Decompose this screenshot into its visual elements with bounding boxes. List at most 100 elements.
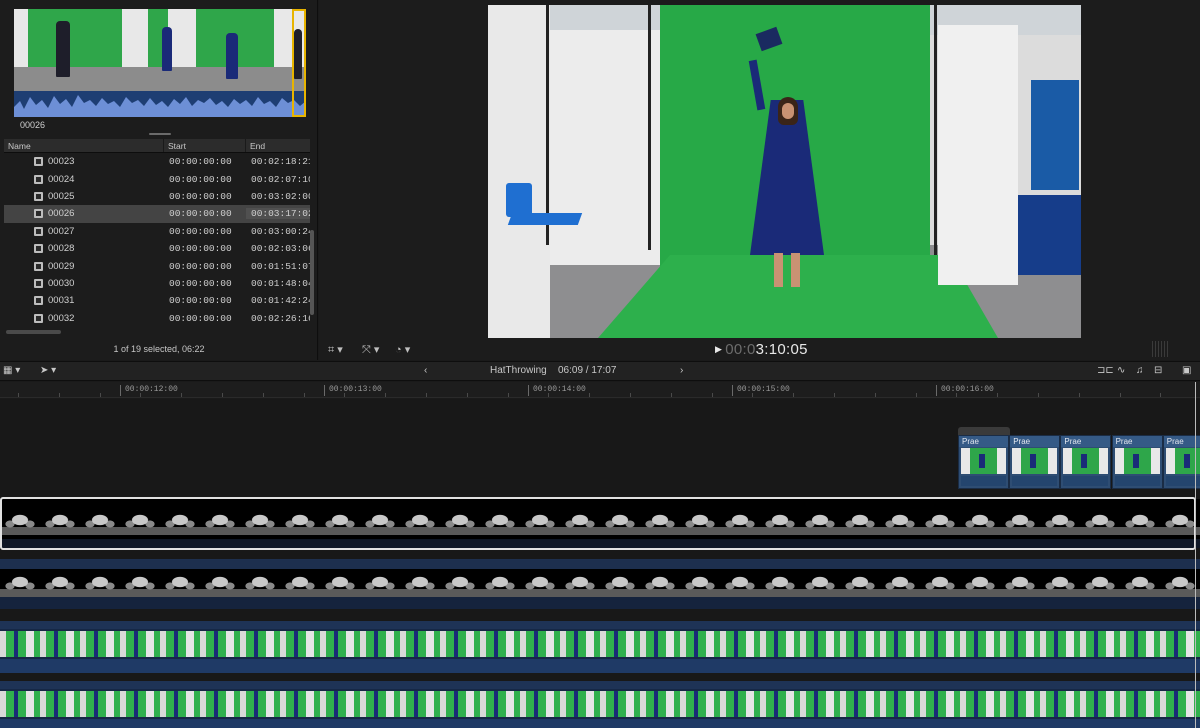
clip-audio — [1012, 476, 1058, 486]
ruler-minor-tick — [1119, 393, 1121, 397]
connected-clip[interactable]: Prae — [1060, 435, 1112, 489]
ruler-minor-tick — [711, 393, 713, 397]
timeline-area[interactable]: Prae Prae Prae Prae Prae — [0, 399, 1200, 728]
filmstrip-frame — [130, 9, 188, 91]
video-frame[interactable] — [488, 5, 1081, 338]
row-start: 00:00:00:00 — [169, 190, 232, 202]
clip-name-text: 00027 — [48, 225, 75, 237]
clip-connection-icon[interactable]: ⊟ — [1154, 365, 1162, 376]
solo-icon[interactable]: ♫ — [1136, 365, 1144, 376]
column-header-start[interactable]: Start — [164, 139, 246, 152]
filmstrip-frame — [188, 9, 246, 91]
ruler-minor-tick — [630, 393, 631, 397]
ruler-minor-tick — [58, 393, 60, 397]
forward-arrow-icon[interactable]: › — [680, 365, 683, 376]
snapping-icon[interactable]: ⊐⊏ — [1097, 365, 1114, 376]
list-row[interactable]: 00030 00:00:00:00 00:01:48:04 — [4, 275, 310, 292]
skimmer-playhead[interactable] — [292, 9, 306, 117]
clip-name-text: 00028 — [48, 243, 75, 255]
ruler-minor-tick — [181, 393, 183, 397]
ruler-minor-tick — [18, 393, 19, 397]
ruler-minor-tick — [670, 393, 672, 397]
row-end: 00:02:07:10 — [251, 173, 310, 185]
project-name: HatThrowing — [490, 365, 547, 376]
clip-name-text: 00031 — [48, 295, 75, 307]
speed-icon[interactable]: ◔ ▾ — [395, 343, 410, 356]
ruler-minor-tick — [1078, 393, 1080, 397]
ruler-minor-tick — [915, 393, 917, 397]
film-clip-icon — [34, 191, 43, 201]
row-name: 00029 — [4, 261, 164, 272]
ruler-minor-tick — [997, 393, 999, 397]
ruler-tick: 00:00:16:00 — [936, 385, 994, 396]
clip-name-text: 00026 — [48, 208, 75, 220]
ruler-minor-tick — [466, 393, 468, 397]
list-row[interactable]: 00029 00:00:00:00 00:01:51:07 — [4, 257, 310, 274]
list-vertical-scrollbar[interactable] — [310, 230, 314, 315]
list-row[interactable]: 00027 00:00:00:00 00:03:00:24 — [4, 223, 310, 240]
list-row[interactable]: 00023 00:00:00:00 00:02:18:21 — [4, 153, 310, 170]
timeline-clip-track[interactable] — [0, 499, 1200, 548]
timeline-clip-track[interactable] — [0, 681, 1200, 728]
audio-waveform — [14, 91, 306, 117]
timeline-playhead[interactable] — [1195, 382, 1196, 728]
film-clip-icon — [34, 278, 43, 288]
transform-icon[interactable]: ⤧ ▾ — [362, 343, 379, 357]
row-end: 00:02:26:16 — [251, 312, 310, 324]
timeline-clip-track[interactable] — [0, 621, 1200, 673]
ruler-minor-tick — [548, 393, 550, 397]
clip-list: Name Start End 00023 00:00:00:00 00:02:18:… — [4, 139, 310, 329]
row-end: 00:01:42:24 — [251, 295, 310, 307]
pane-splitter-handle[interactable] — [149, 133, 171, 135]
list-horizontal-scrollbar[interactable] — [6, 330, 61, 334]
list-row[interactable]: 00026 00:00:00:00 00:03:17:02 — [4, 205, 310, 223]
clip-name-text: 00029 — [48, 260, 75, 272]
list-row[interactable]: 00032 00:00:00:00 00:02:26:16 — [4, 310, 310, 327]
film-clip-icon — [34, 209, 43, 219]
ruler-minor-tick — [222, 393, 223, 397]
clip-name-text: 00024 — [48, 173, 75, 185]
crop-icon[interactable]: ⌗ ▾ — [328, 343, 343, 357]
play-icon[interactable]: ▶ — [715, 344, 722, 354]
row-start: 00:00:00:00 — [169, 243, 232, 255]
back-arrow-icon[interactable]: ‹ — [424, 365, 427, 376]
list-row[interactable]: 00025 00:00:00:00 00:03:02:00 — [4, 188, 310, 205]
ruler-tick: 00:00:13:00 — [324, 385, 382, 396]
timeline-clip-track[interactable] — [0, 559, 1200, 609]
row-end: 00:01:51:07 — [251, 260, 310, 272]
ruler-tick: 00:00:14:00 — [528, 385, 586, 396]
grip-icon — [1152, 341, 1168, 357]
row-end: 00:03:17:02 — [246, 208, 310, 220]
clip-name-text: 00030 — [48, 277, 75, 289]
select-tool-icon[interactable]: ➤ ▾ — [40, 365, 56, 376]
column-header-end[interactable]: End — [246, 139, 310, 152]
list-row[interactable]: 00024 00:00:00:00 00:02:07:10 — [4, 170, 310, 187]
timecode-display[interactable]: ▶ 00:03:10:05 — [715, 341, 808, 358]
row-start: 00:00:00:00 — [169, 260, 232, 272]
connected-clip[interactable]: Prae — [1009, 435, 1061, 489]
ruler-minor-tick — [793, 393, 795, 397]
ruler-tick: 00:00:12:00 — [120, 385, 178, 396]
timecode-value: 3:10:05 — [755, 341, 808, 358]
clip-filmstrip[interactable] — [14, 9, 306, 117]
row-name: 00032 — [4, 313, 164, 324]
timeline-ruler[interactable]: 00:00:12:00 00:00:13:00 00:00:14:00 00:0… — [0, 382, 1200, 398]
clip-audio — [1063, 476, 1109, 486]
row-start: 00:00:00:00 — [169, 277, 232, 289]
connected-clip[interactable]: Prae — [958, 435, 1009, 489]
inspector-icon[interactable]: ▣ — [1182, 365, 1191, 376]
ruler-minor-tick — [956, 393, 958, 397]
row-start: 00:00:00:00 — [169, 173, 232, 185]
clip-appearance-icon[interactable]: ▦ ▾ — [3, 365, 20, 376]
row-name: 00024 — [4, 174, 164, 185]
column-header-name[interactable]: Name — [4, 139, 164, 152]
audio-skimming-icon[interactable]: ∿ — [1117, 365, 1125, 376]
row-name: 00023 — [4, 156, 164, 167]
connected-clip[interactable]: Prae — [1111, 435, 1163, 489]
row-start: 00:00:00:00 — [169, 295, 232, 307]
ruler-minor-tick — [1038, 393, 1039, 397]
ruler-minor-tick — [99, 393, 101, 397]
list-row[interactable]: 00028 00:00:00:00 00:02:03:06 — [4, 240, 310, 257]
list-row[interactable]: 00031 00:00:00:00 00:01:42:24 — [4, 292, 310, 309]
ruler-minor-tick — [385, 393, 387, 397]
